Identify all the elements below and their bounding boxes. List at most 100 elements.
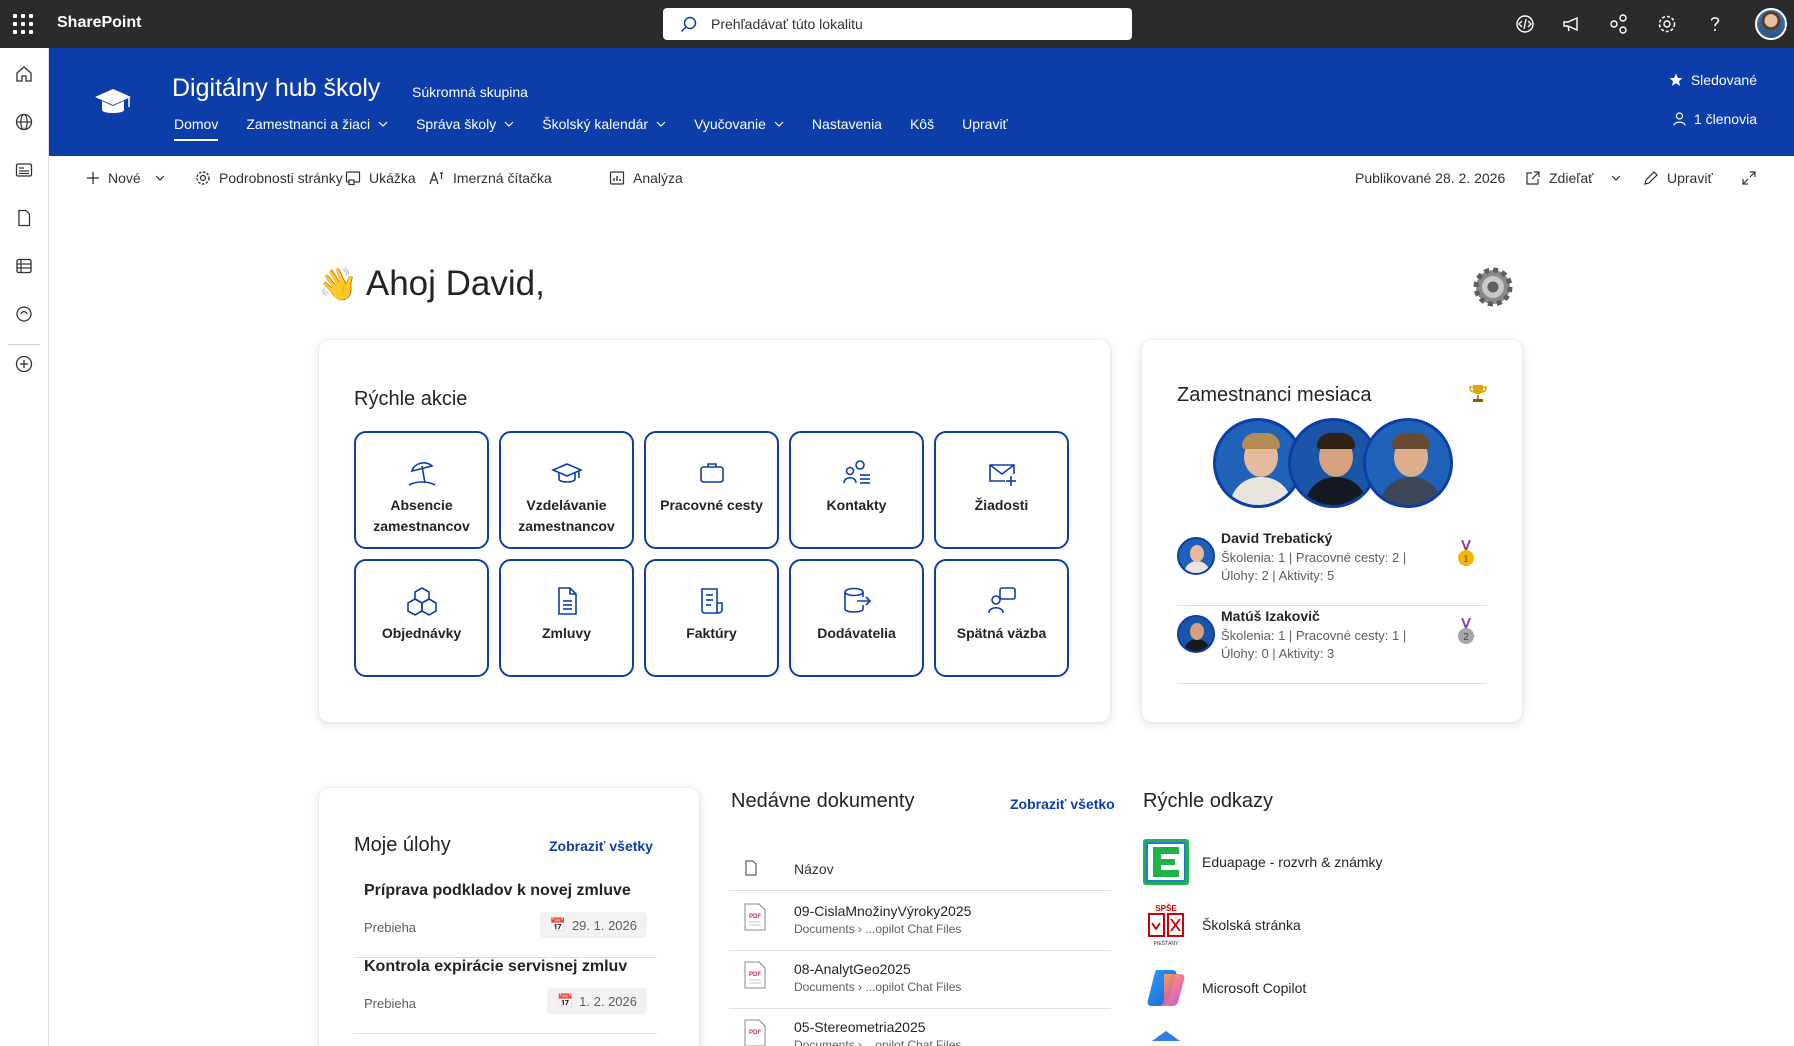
page-details-button[interactable]: Podrobnosti stránky [195, 170, 343, 186]
people-list-icon [842, 460, 870, 484]
nav-school-calendar[interactable]: Školský kalendár [542, 111, 680, 137]
page-settings-gear-icon[interactable] [1472, 266, 1514, 308]
employee-name: Matúš Izakovič [1221, 608, 1320, 624]
user-avatar[interactable] [1755, 8, 1787, 40]
members-label: 1 členovia [1693, 111, 1757, 127]
nav-home[interactable]: Domov [174, 111, 232, 141]
follow-button[interactable]: Sledované [1669, 72, 1757, 88]
edit-label: Upraviť [1667, 170, 1713, 186]
rail-divider [8, 344, 40, 345]
quick-link-partial[interactable] [1142, 1027, 1202, 1046]
task-item[interactable]: Kontrola expirácie servisnej zmluv Prebi… [354, 958, 657, 1034]
pdf-icon: PDF [744, 1019, 766, 1046]
preview-label: Ukážka [369, 170, 416, 186]
quick-action-business-trips[interactable]: Pracovné cesty [644, 431, 779, 549]
greeting-text: Ahoj David, [365, 264, 545, 303]
expand-button[interactable] [1741, 170, 1757, 186]
pdf-icon: PDF [744, 961, 766, 989]
task-date-label: 29. 1. 2026 [571, 917, 637, 933]
receipt-icon [700, 588, 723, 614]
graduation-cap-icon [550, 463, 583, 483]
quick-action-contacts[interactable]: Kontakty [789, 431, 924, 549]
home-icon[interactable] [14, 64, 34, 84]
nav-staff-students[interactable]: Zamestnanci a žiaci [246, 111, 402, 137]
column-name-header[interactable]: Názov [794, 861, 834, 877]
nav-label: Upraviť [962, 116, 1008, 132]
immersive-reader-label: Imerzná čítačka [453, 170, 552, 186]
task-date: 📅 29. 1. 2026 [539, 912, 647, 938]
members-button[interactable]: 1 členovia [1673, 111, 1757, 127]
task-item[interactable]: Príprava podkladov k novej zmluve Prebie… [354, 882, 657, 958]
quick-action-training[interactable]: Vzdelávanie zamestnancov [499, 431, 634, 549]
quick-action-requests[interactable]: Žiadosti [934, 431, 1069, 549]
quick-link-copilot[interactable]: Microsoft Copilot [1142, 964, 1306, 1012]
code-icon[interactable] [1513, 12, 1537, 36]
news-icon[interactable] [14, 160, 34, 180]
calendar-icon: 📅 [549, 917, 566, 932]
published-status: Publikované 28. 2. 2026 [1355, 170, 1505, 186]
new-button[interactable]: Nové [86, 170, 165, 186]
edit-button[interactable]: Upraviť [1643, 170, 1713, 186]
nav-edit[interactable]: Upraviť [962, 111, 1022, 137]
app-name[interactable]: SharePoint [57, 14, 141, 32]
quick-link-school-website[interactable]: SPŠE PIEŠŤANY Školská stránka [1142, 901, 1301, 949]
chevron-down-icon [656, 121, 666, 127]
analytics-icon [609, 171, 625, 185]
quick-action-feedback[interactable]: Spätná väzba [934, 559, 1069, 677]
add-circle-icon[interactable] [14, 354, 34, 374]
quick-actions-title: Rýchle akcie [354, 388, 468, 410]
employees-of-month-title: Zamestnanci mesiaca [1177, 384, 1372, 406]
employee-row[interactable]: Matúš Izakovič Školenia: 1 | Pracovné ce… [1177, 608, 1487, 684]
immersive-reader-button[interactable]: Imerzná čítačka [429, 170, 552, 186]
docs-show-all-link[interactable]: Zobraziť všetko [1010, 796, 1115, 812]
nav-label: Správa školy [416, 116, 497, 132]
quick-action-orders[interactable]: Objednávky [354, 559, 489, 677]
mail-add-icon [988, 464, 1016, 486]
search-input[interactable] [711, 14, 1111, 34]
nav-settings[interactable]: Nastavenia [812, 111, 896, 137]
quick-link-edupage[interactable]: Eduapage - rozvrh & známky [1142, 838, 1383, 886]
pencil-icon [1644, 171, 1658, 185]
nav-school-admin[interactable]: Správa školy [416, 111, 528, 137]
quick-actions-grid: Absencie zamestnancov Vzdelávanie zamest… [354, 431, 1069, 677]
tasks-show-all-link[interactable]: Zobraziť všetky [549, 838, 653, 854]
avatar [1177, 537, 1215, 575]
preview-button[interactable]: Ukážka [345, 170, 416, 186]
quick-action-contracts[interactable]: Zmluvy [499, 559, 634, 677]
quick-action-suppliers[interactable]: Dodávatelia [789, 559, 924, 677]
site-title[interactable]: Digitálny hub školy [172, 74, 380, 103]
document-icon [557, 587, 577, 615]
document-row[interactable]: PDF 08-AnalytGeo2025 Documents › ...opil… [729, 951, 1111, 1009]
person-icon [1673, 112, 1686, 126]
partial-logo [1142, 1027, 1190, 1046]
published-label: Publikované 28. 2. 2026 [1355, 170, 1506, 186]
file-icon[interactable] [14, 208, 34, 228]
chevron-down-icon [155, 175, 165, 181]
employee-row[interactable]: David Trebatický Školenia: 1 | Pracovné … [1177, 530, 1487, 606]
gear-icon[interactable] [1655, 12, 1679, 36]
quick-action-label: Žiadosti [974, 497, 1029, 513]
quick-action-invoices[interactable]: Faktúry [644, 559, 779, 677]
globe-icon[interactable] [14, 112, 34, 132]
help-icon[interactable] [1703, 12, 1727, 36]
trophy-icon [1469, 385, 1487, 402]
quick-action-absences[interactable]: Absencie zamestnancov [354, 431, 489, 549]
nav-label: Kôš [909, 116, 935, 132]
share-network-icon[interactable] [1607, 12, 1631, 36]
recent-docs-title: Nedávne dokumenty [731, 790, 915, 812]
loop-icon[interactable] [14, 304, 34, 324]
app-launcher-icon[interactable] [13, 14, 33, 34]
nav-recycle-bin[interactable]: Kôš [910, 111, 948, 137]
database-arrow-icon [843, 587, 871, 613]
document-row[interactable]: PDF 05-Stereometria2025 Documents › ...o… [729, 1009, 1111, 1046]
share-icon [1526, 171, 1540, 185]
list-icon[interactable] [14, 256, 34, 276]
search-box[interactable] [663, 8, 1132, 40]
nav-teaching[interactable]: Vyučovanie [694, 111, 798, 137]
search-icon [680, 16, 697, 33]
analytics-button[interactable]: Analýza [609, 170, 683, 186]
document-row[interactable]: PDF 09-CislaMnožinyVýroky2025 Documents … [729, 893, 1111, 951]
quick-link-label: Eduapage - rozvrh & známky [1202, 854, 1383, 870]
share-button[interactable]: Zdieľať [1525, 170, 1621, 186]
megaphone-icon[interactable] [1560, 12, 1584, 36]
